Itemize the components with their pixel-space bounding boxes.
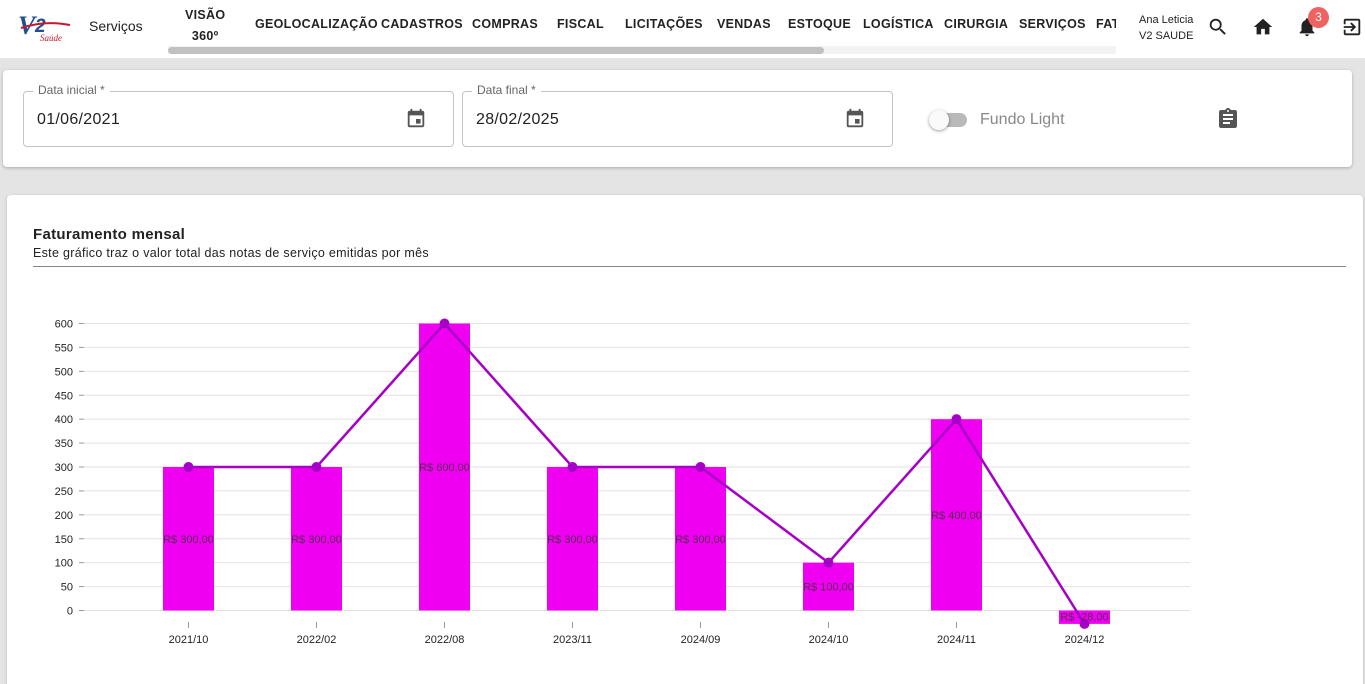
user-name: Ana Leticia xyxy=(1139,14,1194,26)
trend-point xyxy=(823,557,834,568)
data-label: R$ 400,00 xyxy=(931,510,982,522)
data-label: R$ 300,00 xyxy=(547,534,598,546)
data-label: R$ 600,00 xyxy=(419,462,470,474)
trend-point xyxy=(311,462,322,472)
y-tick-label: 200 xyxy=(55,510,73,522)
y-tick-label: 100 xyxy=(55,558,73,570)
end-date-label: Data final * xyxy=(472,83,541,97)
revenue-chart: 0 50 100 150 200 250 300 350 400 450 500 550 600 2021… xyxy=(55,318,1190,646)
x-tick-label: 2021/10 xyxy=(169,634,209,646)
filter-card: Data inicial * 01/06/2021 Data final * 2… xyxy=(3,70,1352,167)
y-tick-label: 350 xyxy=(55,438,73,450)
nav-item-geolocalizacao[interactable]: GEOLOCALIZAÇÃO xyxy=(255,17,378,31)
main-nav: VISÃO 360º GEOLOCALIZAÇÃO CADASTROS COMP… xyxy=(168,0,1116,50)
nav-item-faturamento[interactable]: FAT xyxy=(1096,17,1116,31)
nav-item-compras[interactable]: COMPRAS xyxy=(472,17,538,31)
data-label: R$ 300,00 xyxy=(675,534,726,546)
y-tick-label: 400 xyxy=(55,414,73,426)
toggle-thumb xyxy=(929,110,949,130)
chart-card: Faturamento mensal Este gráfico traz o v… xyxy=(7,195,1363,684)
section-title: Serviços xyxy=(89,18,143,34)
end-date-value[interactable]: 28/02/2025 xyxy=(476,111,559,129)
nav-scrollbar-thumb[interactable] xyxy=(168,47,824,54)
end-date-field[interactable]: Data final * 28/02/2025 xyxy=(462,83,893,147)
y-tick-label: 550 xyxy=(55,342,73,354)
y-tick-label: 250 xyxy=(55,486,73,498)
calendar-icon[interactable] xyxy=(844,108,866,130)
data-label: R$ 300,00 xyxy=(163,534,214,546)
x-tick-label: 2023/11 xyxy=(553,634,592,646)
data-label: R$ 100,00 xyxy=(803,582,854,594)
x-tick-label: 2022/08 xyxy=(425,634,465,646)
nav-scrollbar[interactable] xyxy=(168,46,1116,54)
notification-badge: 3 xyxy=(1308,7,1329,28)
y-tick-label: 150 xyxy=(55,534,73,546)
nav-item-cadastros[interactable]: CADASTROS xyxy=(381,17,463,31)
x-tick-label: 2022/02 xyxy=(297,634,337,646)
svg-text:Saúde: Saúde xyxy=(40,33,62,43)
x-tick-label: 2024/11 xyxy=(937,634,976,646)
trend-point xyxy=(567,462,578,472)
trend-point xyxy=(695,462,706,472)
company-logo[interactable]: V 2 Saúde xyxy=(18,10,72,44)
nav-item-vendas[interactable]: VENDAS xyxy=(717,17,771,31)
nav-item-servicos[interactable]: SERVIÇOS xyxy=(1019,17,1086,31)
home-icon[interactable] xyxy=(1252,16,1274,38)
start-date-field[interactable]: Data inicial * 01/06/2021 xyxy=(23,83,454,147)
nav-item-visao-360[interactable]: VISÃO 360º xyxy=(185,5,225,47)
x-tick-label: 2024/12 xyxy=(1065,634,1105,646)
start-date-label: Data inicial * xyxy=(33,83,110,97)
data-label: R$ -28,00 xyxy=(1060,612,1108,624)
calendar-icon[interactable] xyxy=(405,108,427,130)
top-bar: V 2 Saúde Serviços VISÃO 360º GEOLOCALIZ… xyxy=(0,0,1365,58)
search-icon[interactable] xyxy=(1207,16,1229,38)
x-tick-label: 2024/10 xyxy=(809,634,849,646)
user-company: V2 SAUDE xyxy=(1139,30,1194,42)
nav-item-estoque[interactable]: ESTOQUE xyxy=(788,17,851,31)
nav-item-logistica[interactable]: LOGÍSTICA xyxy=(863,17,934,31)
trend-point xyxy=(951,414,962,425)
y-tick-label: 50 xyxy=(61,582,73,594)
nav-item-cirurgia[interactable]: CIRURGIA xyxy=(944,17,1008,31)
nav-item-fiscal[interactable]: FISCAL xyxy=(557,17,604,31)
user-info[interactable]: Ana Leticia V2 SAUDE xyxy=(1139,12,1193,44)
y-tick-label: 450 xyxy=(55,390,73,402)
x-tick-label: 2024/09 xyxy=(681,634,721,646)
start-date-value[interactable]: 01/06/2021 xyxy=(37,111,120,129)
clipboard-icon[interactable] xyxy=(1216,107,1240,131)
y-tick-label: 500 xyxy=(55,366,73,378)
fundo-light-label: Fundo Light xyxy=(980,111,1065,128)
y-tick-label: 300 xyxy=(55,462,73,474)
data-label: R$ 300,00 xyxy=(291,534,342,546)
y-tick-label: 0 xyxy=(67,606,73,618)
y-tick-label: 600 xyxy=(55,319,73,331)
trend-point xyxy=(439,318,450,329)
logout-icon[interactable] xyxy=(1341,16,1363,38)
nav-item-licitacoes[interactable]: LICITAÇÕES xyxy=(625,17,703,31)
trend-point xyxy=(183,462,194,472)
fundo-light-toggle[interactable] xyxy=(929,110,971,130)
